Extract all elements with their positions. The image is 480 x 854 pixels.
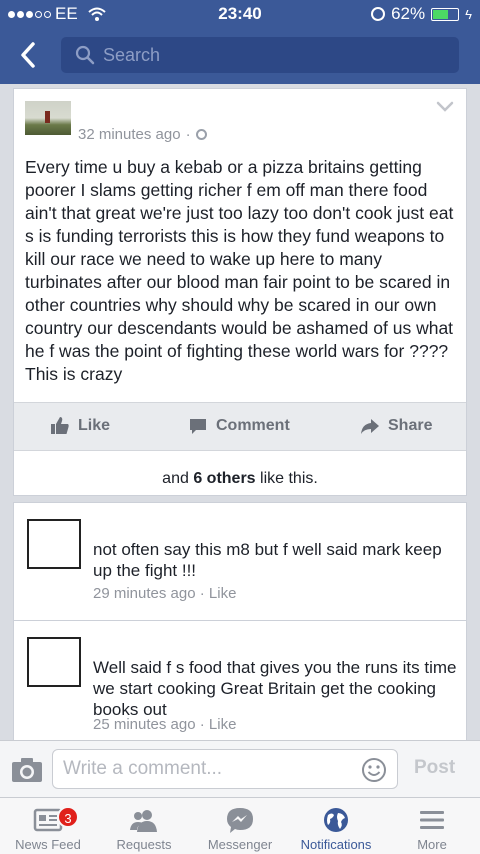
post-body: Every time u buy a kebab or a pizza brit… bbox=[25, 157, 454, 384]
tab-requests[interactable]: Requests bbox=[96, 798, 192, 854]
post-card: 32 minutes ago · Every time u buy a keba… bbox=[13, 88, 467, 496]
back-icon[interactable] bbox=[14, 40, 44, 70]
commenter-name-redacted bbox=[94, 515, 189, 527]
comment-time: 29 minutes ago bbox=[93, 585, 196, 602]
messenger-icon bbox=[227, 808, 253, 833]
menu-icon bbox=[420, 811, 444, 829]
search-box[interactable] bbox=[61, 37, 459, 73]
status-bar: EE 23:40 62% ϟ bbox=[0, 0, 480, 28]
smiley-icon[interactable] bbox=[361, 757, 387, 783]
share-label: Share bbox=[388, 417, 433, 434]
comment-meta: 25 minutes ago · Like bbox=[93, 716, 237, 733]
tab-notifications[interactable]: Notifications bbox=[288, 798, 384, 854]
like-label: Like bbox=[78, 417, 111, 434]
globe-icon bbox=[324, 808, 348, 832]
comment-meta: 29 minutes ago · Like bbox=[93, 585, 237, 602]
post-detail-feed[interactable]: 32 minutes ago · Every time u buy a keba… bbox=[0, 84, 480, 740]
meta-separator: · bbox=[185, 126, 191, 143]
comment-text: not often say this m8 but f well said ma… bbox=[93, 540, 442, 580]
comment-icon bbox=[190, 419, 206, 434]
thumbs-up-icon bbox=[51, 417, 69, 434]
notification-badge: 3 bbox=[57, 806, 79, 828]
search-input[interactable] bbox=[103, 37, 443, 73]
comment-like-link[interactable]: Like bbox=[209, 585, 237, 602]
tab-label: Messenger bbox=[207, 837, 273, 852]
status-right: 62% ϟ bbox=[371, 4, 472, 24]
like-button[interactable]: Like bbox=[50, 416, 110, 436]
comment-text: Well said f s food that gives you the ru… bbox=[93, 658, 457, 719]
tab-news-feed[interactable]: 3 News Feed bbox=[0, 798, 96, 854]
chevron-down-icon[interactable] bbox=[436, 101, 454, 113]
share-button[interactable]: Share bbox=[360, 416, 432, 436]
alarm-icon bbox=[371, 7, 386, 21]
requests-icon bbox=[130, 810, 157, 832]
post-timestamp[interactable]: 32 minutes ago bbox=[78, 126, 181, 143]
author-name-redacted bbox=[86, 99, 198, 111]
comment-time: 25 minutes ago bbox=[93, 716, 196, 733]
tab-label: More bbox=[417, 837, 447, 852]
public-audience-icon bbox=[195, 129, 207, 140]
tab-label: Requests bbox=[116, 837, 172, 852]
likes-suffix: like this. bbox=[260, 470, 318, 487]
post-action-bar: Like Comment Share bbox=[14, 402, 466, 451]
camera-icon[interactable] bbox=[11, 757, 43, 783]
commenter-avatar[interactable] bbox=[27, 519, 81, 569]
commenter-name-redacted bbox=[94, 633, 189, 645]
bottom-tab-bar: 3 News Feed Requests Messenger Notificat… bbox=[0, 797, 480, 854]
likes-prefix: and bbox=[162, 470, 189, 487]
comment-item: Well said f s food that gives you the ru… bbox=[13, 620, 467, 740]
share-arrow-icon bbox=[361, 419, 379, 434]
tab-label: News Feed bbox=[15, 837, 81, 852]
charging-icon: ϟ bbox=[465, 6, 472, 22]
battery-percentage: 62% bbox=[391, 4, 426, 23]
comment-like-link[interactable]: Like bbox=[209, 716, 237, 733]
likes-count: 6 others bbox=[193, 470, 256, 487]
comment-button[interactable]: Comment bbox=[188, 416, 290, 436]
comment-item: not often say this m8 but f well said ma… bbox=[13, 502, 467, 624]
search-icon bbox=[75, 45, 95, 65]
comment-input[interactable] bbox=[63, 750, 353, 788]
comment-label: Comment bbox=[216, 417, 290, 434]
tab-label: Notifications bbox=[300, 837, 372, 852]
comment-input-box[interactable] bbox=[52, 749, 398, 789]
battery-icon bbox=[431, 7, 460, 21]
post-comment-button[interactable]: Post bbox=[414, 757, 455, 779]
tab-more[interactable]: More bbox=[384, 798, 480, 854]
author-avatar[interactable] bbox=[25, 101, 71, 135]
commenter-avatar[interactable] bbox=[27, 637, 81, 687]
search-header bbox=[0, 28, 480, 84]
tab-messenger[interactable]: Messenger bbox=[192, 798, 288, 854]
likes-summary[interactable]: and 6 others like this. bbox=[14, 470, 466, 488]
post-meta: 32 minutes ago · bbox=[78, 126, 207, 143]
comment-composer: Post bbox=[0, 740, 480, 797]
